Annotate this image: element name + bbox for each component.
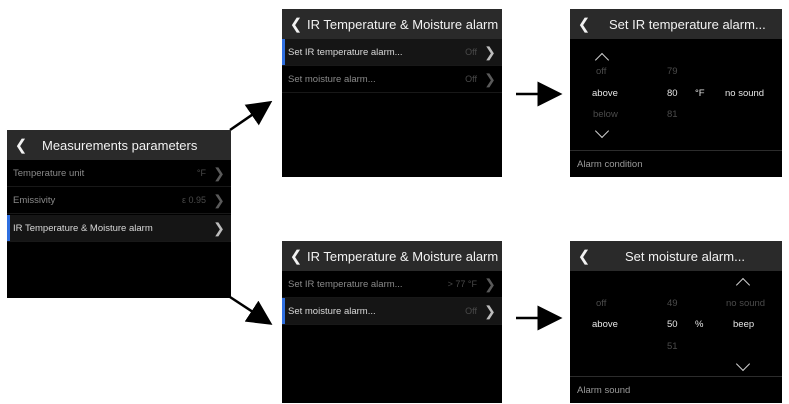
screen-title: Set IR temperature alarm... (609, 16, 766, 32)
arrow-to-bottom-screen (229, 295, 273, 325)
value-option-51[interactable]: 51 (667, 341, 678, 352)
value-option-49[interactable]: 49 (667, 298, 678, 309)
screen-footer: Alarm condition (570, 150, 782, 177)
value-option-80[interactable]: 80 (667, 88, 678, 99)
chevron-right-icon: ❯ (213, 191, 225, 208)
chevron-right-icon: ❯ (213, 219, 225, 236)
back-icon[interactable]: ❮ (285, 15, 307, 33)
measurements-screen: ❮ Measurements parameters Temperature un… (7, 130, 231, 298)
chevron-right-icon: ❯ (484, 43, 496, 60)
value-option-79[interactable]: 79 (667, 66, 678, 77)
sound-option-beep[interactable]: beep (733, 319, 754, 330)
screen-header: ❮ Set IR temperature alarm... (570, 9, 782, 39)
unit-label: % (695, 319, 704, 330)
ir-alarm-screen: ❮ Set IR temperature alarm... off 79 abo… (570, 9, 782, 177)
menu-item-emissivity[interactable]: Emissivity ε 0.95 ❯ (7, 187, 231, 214)
screen-title: Measurements parameters (42, 137, 198, 153)
menu-item-temperature-unit[interactable]: Temperature unit °F ❯ (7, 160, 231, 187)
chevron-right-icon: ❯ (484, 302, 496, 319)
chevron-right-icon: ❯ (213, 164, 225, 181)
chevron-down-icon[interactable] (735, 356, 751, 372)
back-icon[interactable]: ❮ (573, 15, 595, 33)
back-icon[interactable]: ❮ (285, 247, 307, 265)
menu-item-ir-alarm[interactable]: Set IR temperature alarm... Off ❯ (282, 39, 502, 66)
screen-header: ❮ Measurements parameters (7, 130, 231, 160)
condition-option-below[interactable]: below (593, 109, 618, 120)
arrow-to-top-screen (229, 100, 273, 132)
chevron-down-icon[interactable] (594, 123, 610, 139)
screen-header: ❮ Set moisture alarm... (570, 241, 782, 271)
unit-label: °F (695, 88, 705, 99)
menu-item-alarm[interactable]: IR Temperature & Moisture alarm ❯ (7, 215, 231, 242)
alarm-menu-screen-top: ❮ IR Temperature & Moisture alarm Set IR… (282, 9, 502, 177)
condition-option-off[interactable]: off (596, 298, 606, 309)
menu-item-moisture-alarm[interactable]: Set moisture alarm... Off ❯ (282, 66, 502, 93)
alarm-menu-screen-bottom: ❮ IR Temperature & Moisture alarm Set IR… (282, 241, 502, 403)
condition-option-off[interactable]: off (596, 66, 606, 77)
back-icon[interactable]: ❮ (10, 136, 32, 154)
sound-value[interactable]: no sound (725, 88, 764, 99)
screen-header: ❮ IR Temperature & Moisture alarm (282, 241, 502, 271)
screen-title: IR Temperature & Moisture alarm (307, 16, 499, 32)
menu-item-moisture-alarm[interactable]: Set moisture alarm... Off ❯ (282, 298, 502, 325)
condition-option-above[interactable]: above (592, 88, 618, 99)
chevron-right-icon: ❯ (484, 70, 496, 87)
menu-item-ir-alarm[interactable]: Set IR temperature alarm... > 77 °F ❯ (282, 271, 502, 298)
screen-footer: Alarm sound (570, 376, 782, 403)
value-option-81[interactable]: 81 (667, 109, 678, 120)
condition-option-above[interactable]: above (592, 319, 618, 330)
moisture-alarm-screen: ❮ Set moisture alarm... off 49 no sound … (570, 241, 782, 403)
screen-title: IR Temperature & Moisture alarm (307, 248, 499, 264)
sound-option-no-sound[interactable]: no sound (726, 298, 765, 309)
screen-title: Set moisture alarm... (625, 248, 745, 264)
back-icon[interactable]: ❮ (573, 247, 595, 265)
chevron-up-icon[interactable] (594, 52, 610, 68)
chevron-right-icon: ❯ (484, 275, 496, 292)
value-option-50[interactable]: 50 (667, 319, 678, 330)
chevron-up-icon[interactable] (735, 277, 751, 293)
screen-header: ❮ IR Temperature & Moisture alarm (282, 9, 502, 39)
